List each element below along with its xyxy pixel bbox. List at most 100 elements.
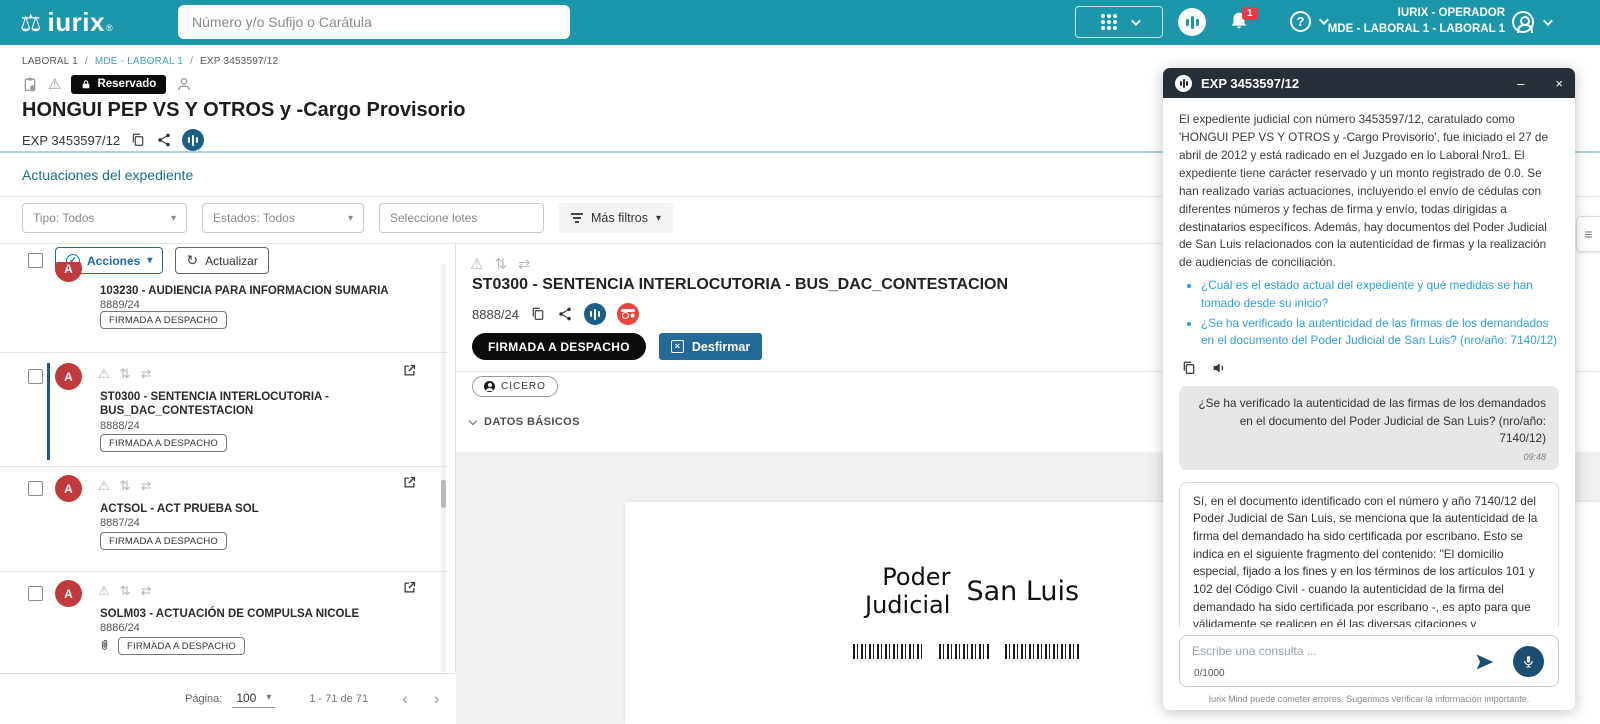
share-icon[interactable] [557,306,573,322]
minimize-button[interactable]: – [1517,76,1524,91]
swap-icon: ⇄ [518,255,531,273]
speaker-icon[interactable] [1211,360,1227,376]
apps-menu-button[interactable] [1075,6,1163,38]
breadcrumb-level3[interactable]: EXP 3453597/12 [200,56,278,67]
search-input[interactable] [178,5,570,39]
swap-icon: ⇄ [141,366,152,382]
chat-summary: El expediente judicial con número 345359… [1179,111,1559,272]
status-badge: FIRMADA A DESPACHO [118,637,245,655]
ai-waveform-icon[interactable] [182,129,204,151]
more-filters-label: Más filtros [591,211,648,225]
pagination-label: Página: [185,693,222,705]
lotes-input[interactable] [379,203,544,233]
paperclip-icon [98,637,111,653]
reserved-label: Reservado [97,78,156,90]
status-badge: FIRMADA A DESPACHO [100,532,227,550]
user-avatar-icon [1512,11,1534,33]
actuacion-title[interactable]: SOLM03 - ACTUACIÓN DE COMPULSA NICOLE [100,607,395,621]
user-message-text: ¿Se ha verificado la autenticidad de las… [1198,396,1546,445]
copy-icon[interactable] [130,132,146,148]
user-role: IURIX - OPERADOR [1328,6,1505,22]
person-filled-icon [484,381,495,392]
account-menu-button[interactable] [1512,11,1550,33]
org-name: Poder Judicial [865,564,950,619]
estados-filter-value: Estados: Todos [213,211,295,225]
item-checkbox[interactable] [28,586,43,601]
warning-icon: ⚠ [470,255,483,273]
breadcrumb-level1[interactable]: LABORAL 1 [22,56,78,67]
actuaciones-section-title: Actuaciones del expediente [22,167,193,183]
divider [0,571,448,572]
ai-waveform-icon[interactable] [584,303,606,325]
prev-page-button[interactable]: ‹ [402,689,408,709]
suggested-questions: ¿Cuál es el estado actual del expediente… [1201,277,1559,350]
more-filters-button[interactable]: Más filtros ▾ [559,203,673,233]
notification-badge: 1 [1242,7,1258,20]
cicero-chip[interactable]: CICERO [472,376,558,397]
actuacion-avatar: A [55,580,82,607]
item-icons: ⚠ ⇅ ⇄ [98,366,151,382]
chat-input-container: 0/1000 [1179,635,1559,687]
list-item-selected[interactable]: A ⚠ ⇅ ⇄ ST0300 - SENTENCIA INTERLOCUTORI… [0,363,448,467]
actuacion-title[interactable]: ST0300 - SENTENCIA INTERLOCUTORIA - BUS_… [100,390,395,419]
chat-input[interactable] [1192,644,1422,658]
mic-button[interactable] [1513,646,1544,677]
open-external-icon[interactable] [402,363,417,378]
detail-status-pill: FIRMADA A DESPACHO [472,333,646,360]
microphone-icon [1522,654,1535,669]
page-size-select[interactable]: 100 ▾ [232,691,275,708]
divider [0,466,448,467]
actuacion-number: 8886/24 [100,622,140,634]
actuacion-number: 8889/24 [100,299,140,311]
datos-basicos-toggle[interactable]: DATOS BÁSICOS [470,416,580,428]
item-icons: ⚠ ⇅ ⇄ [98,583,151,599]
copy-icon[interactable] [1181,360,1197,376]
next-page-button[interactable]: › [434,689,440,709]
desfirmar-button[interactable]: × Desfirmar [659,333,762,360]
breadcrumb-separator: / [85,56,88,67]
actuacion-title[interactable]: 103230 - AUDIENCIA PARA INFORMACION SUMA… [100,284,395,298]
warning-icon: ⚠ [98,583,110,599]
actuacion-number: 8888/24 [100,420,140,432]
app-logo[interactable]: ⚖ iurix ® [20,7,113,38]
breadcrumb: LABORAL 1 / MDE - LABORAL 1 / EXP 345359… [22,56,278,67]
message-tools [1181,360,1559,376]
open-external-icon[interactable] [402,580,417,595]
suggested-question-link[interactable]: ¿Cuál es el estado actual del expediente… [1201,277,1559,312]
list-item[interactable]: A 103230 - AUDIENCIA PARA INFORMACION SU… [0,262,448,361]
actuacion-avatar: A [55,363,82,390]
help-button[interactable]: ? [1290,11,1326,32]
ai-assistant-button[interactable] [1178,8,1206,36]
send-icon[interactable] [1474,652,1496,672]
lock-icon [81,79,91,90]
chat-header[interactable]: EXP 3453597/12 – × [1163,68,1575,98]
item-checkbox[interactable] [28,369,43,384]
actuacion-title[interactable]: ACTSOL - ACT PRUEBA SOL [100,502,395,516]
warning-icon[interactable]: ⚠ [48,77,61,92]
breadcrumb-level2[interactable]: MDE - LABORAL 1 [95,56,183,67]
anonymize-icon[interactable] [617,303,639,325]
share-icon[interactable] [156,132,172,148]
person-icon[interactable] [176,76,192,92]
suggested-question-link[interactable]: ¿Se ha verificado la autenticidad de las… [1201,315,1559,350]
tipo-filter-value: Tipo: Todos [33,211,94,225]
side-drawer-handle[interactable]: ≡ [1576,216,1600,252]
close-button[interactable]: × [1555,76,1563,91]
logo-text: iurix [48,7,105,38]
user-message-bubble: ¿Se ha verificado la autenticidad de las… [1179,386,1559,470]
cicero-label: CICERO [501,381,546,392]
chat-disclaimer: Iurix Mind puede cometer errores. Sugeri… [1163,687,1575,710]
copy-icon[interactable] [530,306,546,322]
estados-filter-select[interactable]: Estados: Todos ▾ [202,203,364,233]
case-title: HONGUI PEP VS Y OTROS y -Cargo Provisori… [22,99,465,122]
open-external-icon[interactable] [402,475,417,490]
x-square-icon: × [671,340,684,353]
item-checkbox[interactable] [28,481,43,496]
notifications-button[interactable]: 1 [1228,9,1250,33]
list-item[interactable]: A ⚠ ⇅ ⇄ ACTSOL - ACT PRUEBA SOL 8887/24 … [0,468,448,572]
case-flags-row: ⚠ Reservado [22,74,192,94]
warning-icon: ⚠ [98,478,110,494]
clipboard-icon[interactable] [22,76,38,93]
list-item[interactable]: A ⚠ ⇅ ⇄ SOLM03 - ACTUACIÓN DE COMPULSA N… [0,573,448,672]
tipo-filter-select[interactable]: Tipo: Todos ▾ [22,203,187,233]
